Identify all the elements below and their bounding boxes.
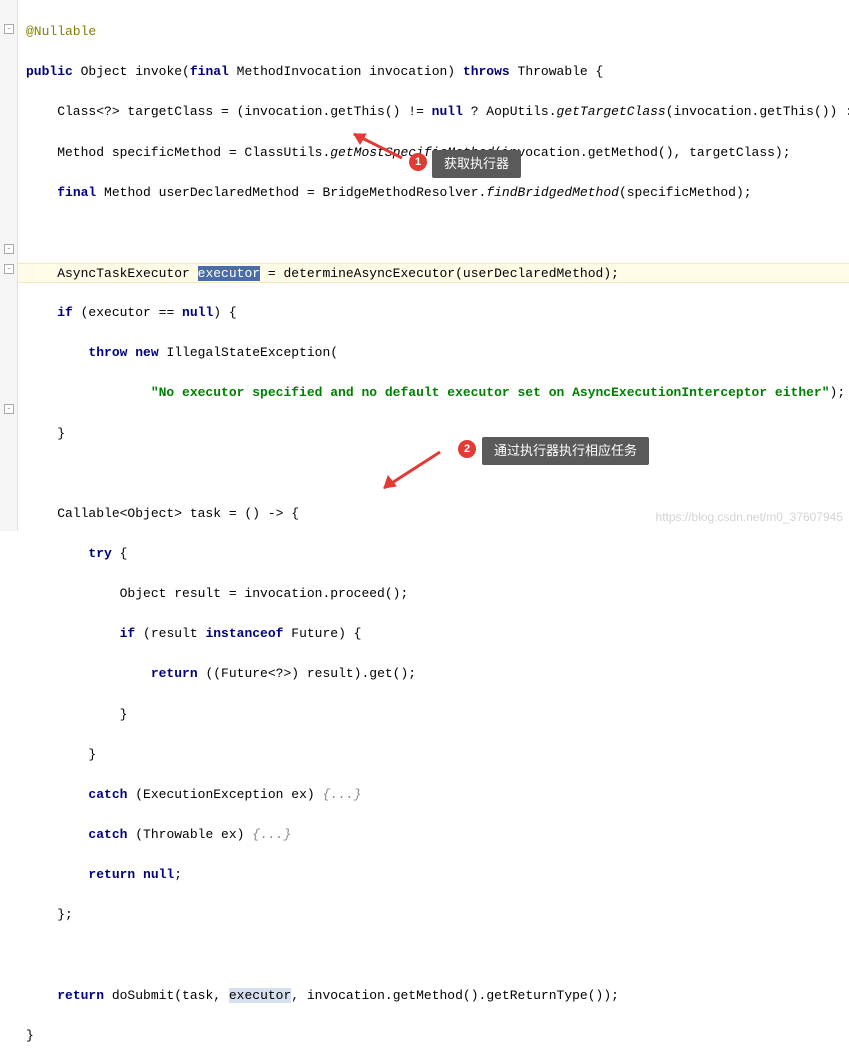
badge-2: 2	[458, 440, 476, 458]
folded-block[interactable]: {...}	[252, 827, 291, 842]
badge-1: 1	[409, 153, 427, 171]
callout-2: 通过执行器执行相应任务	[482, 437, 649, 465]
fold-mark[interactable]: -	[4, 24, 14, 34]
executor-usage: executor	[229, 988, 291, 1003]
callout-1: 获取执行器	[432, 150, 521, 178]
watermark: https://blog.csdn.net/m0_37607945	[656, 508, 843, 527]
selected-executor: executor	[198, 266, 260, 281]
annotation: @Nullable	[26, 24, 96, 39]
arrow-1	[342, 128, 412, 162]
gutter: - - - -	[0, 0, 18, 531]
fold-mark[interactable]: -	[4, 404, 14, 414]
kw-public: public	[26, 64, 73, 79]
folded-block[interactable]: {...}	[322, 787, 361, 802]
fold-mark[interactable]: -	[4, 264, 14, 274]
highlighted-line: AsyncTaskExecutor executor = determineAs…	[18, 263, 849, 283]
fold-mark[interactable]: -	[4, 244, 14, 254]
arrow-2	[370, 448, 450, 498]
